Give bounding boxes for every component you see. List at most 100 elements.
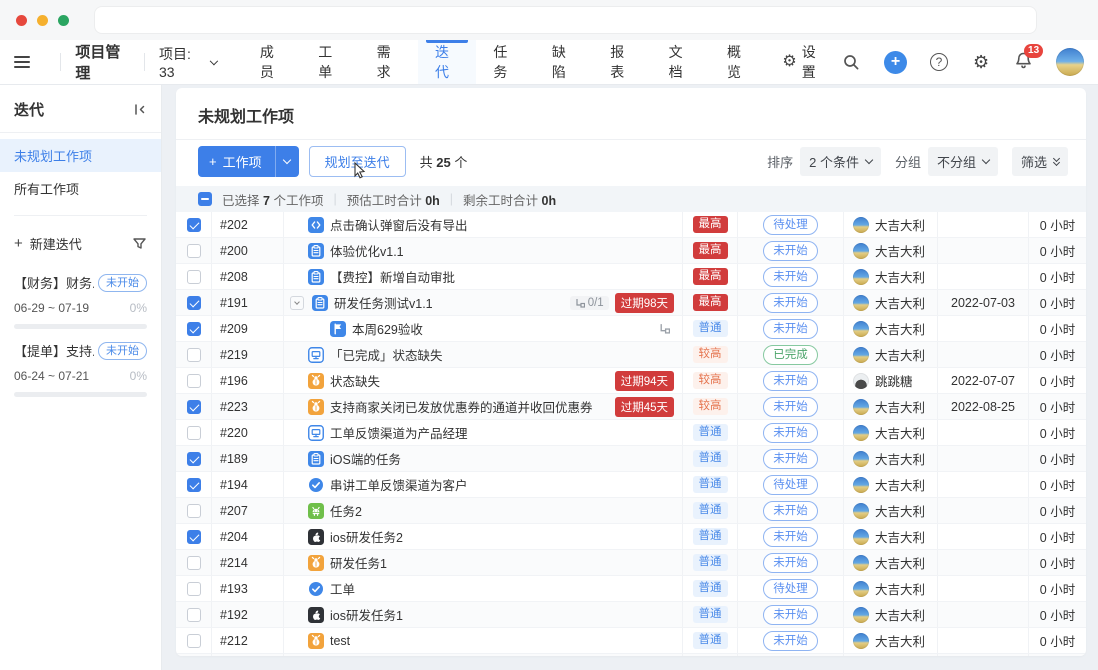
tab-概览[interactable]: 概览 xyxy=(710,40,768,84)
table-row[interactable]: #225 【考核】测试计划不通过提bug 普通 待处理 大吉大利 0 小时 xyxy=(176,654,1086,656)
tab-settings[interactable]: ⚙ 设置 xyxy=(768,40,841,84)
tab-缺陷[interactable]: 缺陷 xyxy=(535,40,593,84)
row-checkbox[interactable] xyxy=(187,478,201,492)
iteration-card[interactable]: 【提单】支持... 未开始 06-24 ~ 07-21 0% xyxy=(0,329,161,397)
status-pill: 待处理 xyxy=(763,475,818,495)
row-checkbox[interactable] xyxy=(187,348,201,362)
group-control[interactable]: 分组 不分组 xyxy=(895,147,998,176)
row-checkbox[interactable] xyxy=(187,400,201,414)
iteration-card[interactable]: 【财务】财务... 未开始 06-29 ~ 07-19 0% xyxy=(0,261,161,329)
filter-funnel-icon[interactable] xyxy=(132,236,147,251)
expand-toggle-icon[interactable] xyxy=(290,296,304,310)
user-avatar[interactable] xyxy=(1056,48,1084,76)
row-checkbox[interactable] xyxy=(187,270,201,284)
table-row[interactable]: #220 工单反馈渠道为产品经理 普通 未开始 大吉大利 0 小时 xyxy=(176,420,1086,446)
row-checkbox[interactable] xyxy=(187,244,201,258)
table-row[interactable]: #223 支持商家关闭已发放优惠券的通道并收回优惠券 过期45天 较高 未开始 … xyxy=(176,394,1086,420)
project-selector[interactable]: 项目: 33 xyxy=(159,44,217,80)
close-window-button[interactable] xyxy=(16,15,27,26)
tab-任务[interactable]: 任务 xyxy=(476,40,534,84)
table-row[interactable]: #191 研发任务测试v1.1 0/1 过期98天 最高 未开始 大吉大利 20… xyxy=(176,290,1086,316)
work-item-title[interactable]: 工单 xyxy=(330,579,355,598)
table-row[interactable]: #219 「已完成」状态缺失 较高 已完成 大吉大利 0 小时 xyxy=(176,342,1086,368)
row-checkbox[interactable] xyxy=(187,322,201,336)
work-item-title[interactable]: 研发任务1 xyxy=(330,553,387,572)
table-row[interactable]: #204 ios研发任务2 普通 未开始 大吉大利 0 小时 xyxy=(176,524,1086,550)
row-checkbox[interactable] xyxy=(187,530,201,544)
work-item-title[interactable]: 研发任务测试v1.1 xyxy=(334,293,433,312)
sidebar-item[interactable]: 所有工作项 xyxy=(0,172,161,205)
add-work-item-dropdown[interactable] xyxy=(275,146,299,177)
tab-工单[interactable]: 工单 xyxy=(301,40,359,84)
row-checkbox[interactable] xyxy=(187,634,201,648)
tab-成员[interactable]: 成员 xyxy=(243,40,301,84)
collapse-sidebar-icon[interactable] xyxy=(132,102,147,117)
table-row[interactable]: #209 本周629验收 普通 未开始 大吉大利 0 小时 xyxy=(176,316,1086,342)
hours-value: 0 小时 xyxy=(1029,550,1086,575)
help-icon[interactable]: ? xyxy=(930,53,948,71)
due-date xyxy=(938,550,1029,575)
table-row[interactable]: #193 工单 普通 待处理 大吉大利 0 小时 xyxy=(176,576,1086,602)
table-row[interactable]: #214 研发任务1 普通 未开始 大吉大利 0 小时 xyxy=(176,550,1086,576)
table-row[interactable]: #207 任务2 普通 未开始 大吉大利 0 小时 xyxy=(176,498,1086,524)
row-checkbox[interactable] xyxy=(187,374,201,388)
minimize-window-button[interactable] xyxy=(37,15,48,26)
work-item-id: #214 xyxy=(212,550,284,575)
tab-报表[interactable]: 报表 xyxy=(593,40,651,84)
selection-bar: 已选择 7 个工作项 | 预估工时合计 0h | 剩余工时合计 0h xyxy=(176,186,1086,212)
priority-badge: 较高 xyxy=(693,346,728,364)
table-row[interactable]: #189 iOS端的任务 普通 未开始 大吉大利 0 小时 xyxy=(176,446,1086,472)
plan-to-iteration-button[interactable]: 规划至迭代 xyxy=(309,146,406,177)
work-item-title[interactable]: test xyxy=(330,634,350,648)
row-checkbox[interactable] xyxy=(187,608,201,622)
table-row[interactable]: #200 体验优化v1.1 最高 未开始 大吉大利 0 小时 xyxy=(176,238,1086,264)
table-row[interactable]: #194 串讲工单反馈渠道为客户 普通 待处理 大吉大利 0 小时 xyxy=(176,472,1086,498)
work-item-title[interactable]: 体验优化v1.1 xyxy=(330,241,404,260)
notifications-bell-icon[interactable]: 13 xyxy=(1014,51,1033,73)
table-row[interactable]: #208 【费控】新增自动审批 最高 未开始 大吉大利 0 小时 xyxy=(176,264,1086,290)
priority-badge: 较高 xyxy=(693,372,728,390)
row-checkbox[interactable] xyxy=(187,426,201,440)
assignee-avatar xyxy=(853,477,869,493)
work-item-title[interactable]: iOS端的任务 xyxy=(330,449,401,468)
work-item-title[interactable]: 「已完成」状态缺失 xyxy=(330,345,443,364)
sidebar-item[interactable]: 未规划工作项 xyxy=(0,139,161,172)
hamburger-menu-icon[interactable] xyxy=(14,56,30,68)
work-item-title[interactable]: 【费控】新增自动审批 xyxy=(330,267,455,286)
row-checkbox[interactable] xyxy=(187,582,201,596)
tab-文档[interactable]: 文档 xyxy=(652,40,710,84)
work-item-title[interactable]: 任务2 xyxy=(330,501,362,520)
sort-control[interactable]: 排序 2 个条件 xyxy=(767,147,881,176)
row-checkbox[interactable] xyxy=(187,296,201,310)
maximize-window-button[interactable] xyxy=(58,15,69,26)
work-item-title[interactable]: 本周629验收 xyxy=(352,319,423,338)
select-all-checkbox[interactable] xyxy=(198,192,212,206)
table-row[interactable]: #212 test 普通 未开始 大吉大利 0 小时 xyxy=(176,628,1086,654)
work-item-title[interactable]: 状态缺失 xyxy=(330,371,380,390)
search-icon[interactable] xyxy=(841,52,861,72)
new-iteration-button[interactable]: + 新建迭代 xyxy=(14,234,82,253)
due-date xyxy=(938,264,1029,289)
filter-control[interactable]: 筛选 xyxy=(1012,147,1068,176)
create-new-button[interactable]: + xyxy=(884,51,907,74)
table-row[interactable]: #202 点击确认弹窗后没有导出 最高 待处理 大吉大利 0 小时 xyxy=(176,212,1086,238)
due-date xyxy=(938,472,1029,497)
add-work-item-button[interactable]: + 工作项 xyxy=(198,146,299,177)
table-row[interactable]: #192 ios研发任务1 普通 未开始 大吉大利 0 小时 xyxy=(176,602,1086,628)
settings-gear-icon[interactable]: ⚙ xyxy=(971,52,991,72)
browser-address-bar[interactable] xyxy=(95,7,1036,33)
work-item-title[interactable]: ios研发任务2 xyxy=(330,527,403,546)
tab-需求[interactable]: 需求 xyxy=(360,40,418,84)
tab-迭代[interactable]: 迭代 xyxy=(418,40,476,84)
row-checkbox[interactable] xyxy=(187,452,201,466)
row-checkbox[interactable] xyxy=(187,504,201,518)
work-item-title[interactable]: ios研发任务1 xyxy=(330,605,403,624)
table-row[interactable]: #196 状态缺失 过期94天 较高 未开始 跳跳糖 2022-07-07 0 … xyxy=(176,368,1086,394)
work-item-title[interactable]: 支持商家关闭已发放优惠券的通道并收回优惠券 xyxy=(330,397,593,416)
row-checkbox[interactable] xyxy=(187,556,201,570)
row-checkbox[interactable] xyxy=(187,218,201,232)
work-item-title[interactable]: 点击确认弹窗后没有导出 xyxy=(330,215,468,234)
work-item-title[interactable]: 工单反馈渠道为产品经理 xyxy=(330,423,468,442)
work-item-title[interactable]: 串讲工单反馈渠道为客户 xyxy=(330,475,468,494)
hours-value: 0 小时 xyxy=(1029,290,1086,315)
